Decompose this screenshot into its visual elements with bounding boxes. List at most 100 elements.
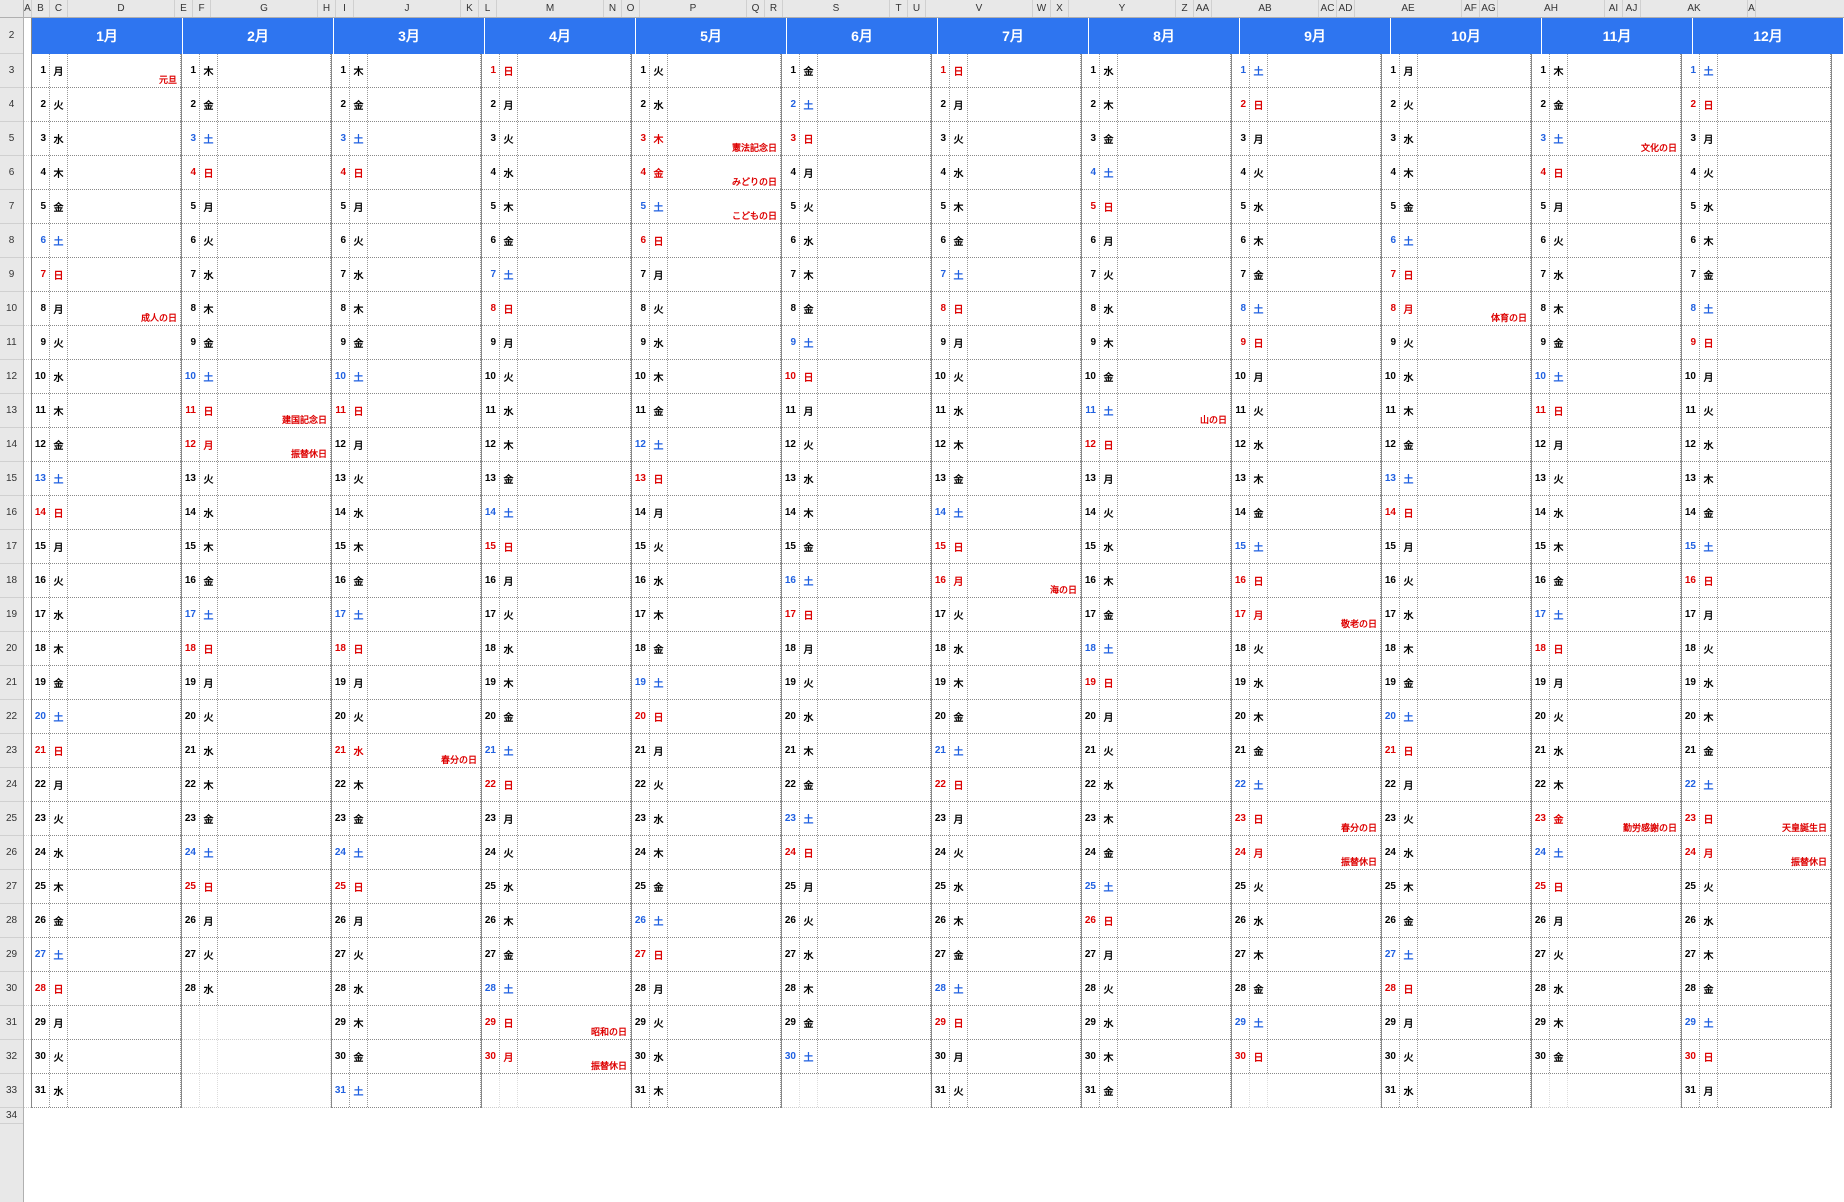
event-cell[interactable] bbox=[1568, 904, 1681, 937]
event-cell[interactable] bbox=[668, 462, 781, 495]
event-cell[interactable] bbox=[1118, 326, 1231, 359]
event-cell[interactable] bbox=[1268, 904, 1381, 937]
event-cell[interactable] bbox=[518, 700, 631, 733]
event-cell[interactable] bbox=[68, 564, 181, 597]
event-cell[interactable] bbox=[1268, 530, 1381, 563]
event-cell[interactable] bbox=[368, 1074, 481, 1107]
event-cell[interactable]: 春分の日 bbox=[368, 734, 481, 767]
event-cell[interactable] bbox=[1718, 768, 1831, 801]
row-header-32[interactable]: 32 bbox=[0, 1040, 23, 1074]
col-header-O[interactable]: O bbox=[622, 0, 640, 17]
event-cell[interactable] bbox=[368, 496, 481, 529]
spreadsheet-grid[interactable]: 1月2月3月4月5月6月7月8月9月10月11月12月1月元旦2火3水4木5金6… bbox=[24, 18, 1844, 1202]
event-cell[interactable] bbox=[1418, 666, 1531, 699]
event-cell[interactable] bbox=[968, 88, 1081, 121]
event-cell[interactable] bbox=[1118, 938, 1231, 971]
event-cell[interactable] bbox=[68, 394, 181, 427]
event-cell[interactable] bbox=[1268, 768, 1381, 801]
event-cell[interactable] bbox=[1268, 326, 1381, 359]
col-header-C[interactable]: C bbox=[50, 0, 68, 17]
row-header-33[interactable]: 33 bbox=[0, 1074, 23, 1108]
event-cell[interactable] bbox=[668, 54, 781, 87]
event-cell[interactable] bbox=[668, 496, 781, 529]
event-cell[interactable] bbox=[1568, 836, 1681, 869]
event-cell[interactable] bbox=[1418, 700, 1531, 733]
event-cell[interactable] bbox=[1568, 598, 1681, 631]
event-cell[interactable] bbox=[218, 530, 331, 563]
col-header-B[interactable]: B bbox=[32, 0, 50, 17]
row-header-16[interactable]: 16 bbox=[0, 496, 23, 530]
row-header-21[interactable]: 21 bbox=[0, 666, 23, 700]
event-cell[interactable] bbox=[368, 360, 481, 393]
event-cell[interactable] bbox=[218, 292, 331, 325]
event-cell[interactable] bbox=[968, 122, 1081, 155]
event-cell[interactable] bbox=[518, 292, 631, 325]
event-cell[interactable] bbox=[1418, 564, 1531, 597]
event-cell[interactable] bbox=[1718, 700, 1831, 733]
col-header-A[interactable]: A bbox=[1748, 0, 1756, 17]
event-cell[interactable] bbox=[518, 394, 631, 427]
col-header-Q[interactable]: Q bbox=[747, 0, 765, 17]
event-cell[interactable] bbox=[518, 598, 631, 631]
event-cell[interactable] bbox=[1118, 462, 1231, 495]
event-cell[interactable] bbox=[968, 632, 1081, 665]
col-header-AC[interactable]: AC bbox=[1319, 0, 1337, 17]
col-header-R[interactable]: R bbox=[765, 0, 783, 17]
event-cell[interactable] bbox=[368, 224, 481, 257]
event-cell[interactable] bbox=[1118, 190, 1231, 223]
event-cell[interactable] bbox=[1268, 224, 1381, 257]
event-cell[interactable] bbox=[218, 496, 331, 529]
row-header-19[interactable]: 19 bbox=[0, 598, 23, 632]
event-cell[interactable] bbox=[1718, 632, 1831, 665]
event-cell[interactable] bbox=[818, 700, 931, 733]
event-cell[interactable] bbox=[518, 632, 631, 665]
row-header-18[interactable]: 18 bbox=[0, 564, 23, 598]
event-cell[interactable] bbox=[218, 88, 331, 121]
col-header-N[interactable]: N bbox=[604, 0, 622, 17]
event-cell[interactable] bbox=[668, 224, 781, 257]
event-cell[interactable] bbox=[1418, 360, 1531, 393]
event-cell[interactable] bbox=[1718, 360, 1831, 393]
event-cell[interactable] bbox=[218, 972, 331, 1005]
event-cell[interactable] bbox=[1418, 734, 1531, 767]
event-cell[interactable] bbox=[1268, 564, 1381, 597]
event-cell[interactable]: 天皇誕生日 bbox=[1718, 802, 1831, 835]
event-cell[interactable]: 振替休日 bbox=[518, 1040, 631, 1073]
event-cell[interactable] bbox=[1718, 224, 1831, 257]
event-cell[interactable]: 建国記念日 bbox=[218, 394, 331, 427]
event-cell[interactable] bbox=[1268, 734, 1381, 767]
col-header-AD[interactable]: AD bbox=[1337, 0, 1355, 17]
event-cell[interactable] bbox=[518, 428, 631, 461]
event-cell[interactable] bbox=[1418, 1074, 1531, 1107]
event-cell[interactable] bbox=[818, 632, 931, 665]
event-cell[interactable] bbox=[1718, 1040, 1831, 1073]
event-cell[interactable] bbox=[518, 870, 631, 903]
event-cell[interactable] bbox=[68, 836, 181, 869]
col-header-M[interactable]: M bbox=[497, 0, 604, 17]
event-cell[interactable] bbox=[218, 938, 331, 971]
row-header-7[interactable]: 7 bbox=[0, 190, 23, 224]
event-cell[interactable] bbox=[1418, 802, 1531, 835]
event-cell[interactable] bbox=[1568, 768, 1681, 801]
event-cell[interactable] bbox=[518, 156, 631, 189]
event-cell[interactable] bbox=[668, 734, 781, 767]
event-cell[interactable] bbox=[1718, 1074, 1831, 1107]
event-cell[interactable] bbox=[968, 802, 1081, 835]
event-cell[interactable] bbox=[1268, 938, 1381, 971]
event-cell[interactable] bbox=[1718, 734, 1831, 767]
event-cell[interactable] bbox=[68, 768, 181, 801]
col-header-Y[interactable]: Y bbox=[1069, 0, 1176, 17]
event-cell[interactable] bbox=[1568, 666, 1681, 699]
event-cell[interactable] bbox=[368, 632, 481, 665]
col-header-V[interactable]: V bbox=[926, 0, 1033, 17]
event-cell[interactable] bbox=[368, 394, 481, 427]
event-cell[interactable] bbox=[968, 938, 1081, 971]
row-header-9[interactable]: 9 bbox=[0, 258, 23, 292]
event-cell[interactable] bbox=[218, 462, 331, 495]
event-cell[interactable] bbox=[818, 870, 931, 903]
event-cell[interactable] bbox=[1118, 428, 1231, 461]
event-cell[interactable] bbox=[1118, 666, 1231, 699]
event-cell[interactable] bbox=[968, 768, 1081, 801]
event-cell[interactable]: こどもの日 bbox=[668, 190, 781, 223]
event-cell[interactable] bbox=[968, 598, 1081, 631]
